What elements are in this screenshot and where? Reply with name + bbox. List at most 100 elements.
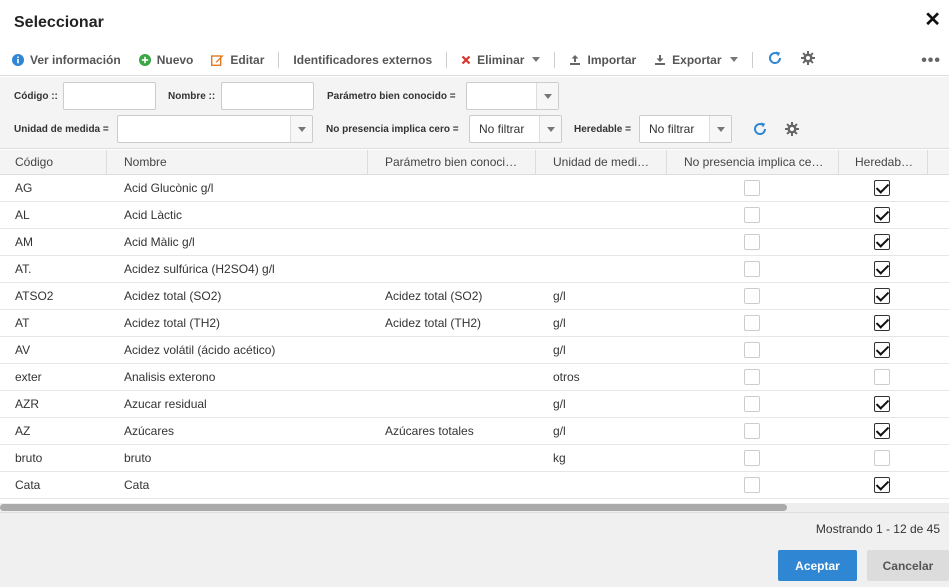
chevron-down-icon[interactable] — [290, 116, 312, 142]
scrollbar-thumb[interactable] — [0, 504, 787, 511]
new-button[interactable]: Nuevo — [138, 52, 194, 67]
no-presencia-checkbox[interactable] — [744, 234, 760, 250]
view-info-label: Ver información — [30, 52, 121, 67]
refresh-button[interactable] — [767, 50, 783, 69]
export-label: Exportar — [672, 52, 722, 67]
column-header-codigo[interactable]: Código — [0, 150, 107, 175]
no-presencia-checkbox[interactable] — [744, 477, 760, 493]
heredable-checkbox[interactable] — [874, 423, 890, 439]
no-presencia-checkbox[interactable] — [744, 180, 760, 196]
table-row[interactable]: bruto bruto kg — [0, 445, 949, 472]
codigo-filter-input[interactable] — [63, 82, 156, 110]
accept-button[interactable]: Aceptar — [778, 550, 857, 581]
cell-unidad: g/l — [553, 424, 566, 438]
heredable-checkbox[interactable] — [874, 180, 890, 196]
import-button[interactable]: Importar — [569, 53, 636, 67]
cell-parametro — [368, 391, 536, 418]
horizontal-scrollbar[interactable] — [0, 503, 949, 512]
delete-button[interactable]: Eliminar — [461, 53, 541, 67]
cell-nombre: Cata — [124, 478, 150, 492]
table-row[interactable]: AL Acid Làctic — [0, 202, 949, 229]
chevron-down-icon — [729, 57, 738, 62]
heredable-checkbox[interactable] — [874, 288, 890, 304]
cell-unidad — [536, 175, 667, 202]
heredable-checkbox[interactable] — [874, 234, 890, 250]
external-ids-button[interactable]: Identificadores externos — [293, 53, 432, 67]
cell-nombre: Acidez volátil (ácido acético) — [124, 343, 276, 357]
paging-status: Mostrando 1 - 12 de 45 — [815, 522, 940, 536]
chevron-down-icon[interactable] — [709, 116, 731, 142]
refresh-filters-icon[interactable] — [752, 121, 768, 140]
no-presencia-checkbox[interactable] — [744, 396, 760, 412]
heredable-checkbox[interactable] — [874, 369, 890, 385]
table-row[interactable]: Cata Cata — [0, 472, 949, 499]
edit-button[interactable]: Editar — [211, 53, 264, 67]
export-button[interactable]: Exportar — [654, 52, 738, 67]
column-header-unidad[interactable]: Unidad de medi… — [536, 150, 667, 175]
cell-parametro — [368, 364, 536, 391]
no-presencia-checkbox[interactable] — [744, 315, 760, 331]
table-row[interactable]: AG Acid Glucònic g/l — [0, 175, 949, 202]
chevron-down-icon[interactable] — [536, 83, 558, 109]
no-presencia-checkbox[interactable] — [744, 342, 760, 358]
cancel-button[interactable]: Cancelar — [867, 550, 949, 581]
cell-codigo: bruto — [15, 451, 43, 465]
column-header-parametro[interactable]: Parámetro bien conoci… — [368, 150, 536, 175]
table-row[interactable]: exter Analisis exterono otros — [0, 364, 949, 391]
cell-codigo: AZ — [15, 424, 31, 438]
gear-icon — [800, 51, 815, 68]
table-row[interactable]: AZ Azúcares Azúcares totales g/l — [0, 418, 949, 445]
no-presencia-filter-value: No filtrar — [479, 122, 525, 136]
table-row[interactable]: AT Acidez total (TH2) Acidez total (TH2) g/… — [0, 310, 949, 337]
dialog-footer: Mostrando 1 - 12 de 45 Aceptar Cancelar — [0, 512, 949, 587]
heredable-checkbox[interactable] — [874, 450, 890, 466]
nombre-filter-input[interactable] — [221, 82, 314, 110]
toolbar-divider — [751, 51, 753, 68]
column-header-nombre[interactable]: Nombre — [107, 150, 368, 175]
table-row[interactable]: AV Acidez volátil (ácido acético) g/l — [0, 337, 949, 364]
cell-codigo: AM — [15, 235, 33, 249]
heredable-checkbox[interactable] — [874, 342, 890, 358]
no-presencia-checkbox[interactable] — [744, 288, 760, 304]
no-presencia-filter-select[interactable]: No filtrar — [469, 115, 562, 143]
toolbar-divider — [554, 51, 556, 68]
column-header-no-presencia[interactable]: No presencia implica ce… — [667, 150, 839, 175]
table-row[interactable]: ATSO2 Acidez total (SO2) Acidez total (SO2… — [0, 283, 949, 310]
heredable-checkbox[interactable] — [874, 396, 890, 412]
view-info-button[interactable]: Ver información — [12, 53, 121, 67]
no-presencia-checkbox[interactable] — [744, 207, 760, 223]
cell-nombre: bruto — [124, 451, 152, 465]
heredable-checkbox[interactable] — [874, 477, 890, 493]
heredable-checkbox[interactable] — [874, 207, 890, 223]
parametro-filter-select[interactable] — [466, 82, 559, 110]
heredable-filter-select[interactable]: No filtrar — [639, 115, 732, 143]
table-row[interactable]: AT. Acidez sulfúrica (H2SO4) g/l — [0, 256, 949, 283]
table-row[interactable]: AM Acid Màlic g/l — [0, 229, 949, 256]
chevron-down-icon[interactable] — [539, 116, 561, 142]
chevron-down-icon — [532, 57, 541, 62]
new-label: Nuevo — [156, 52, 194, 67]
close-icon[interactable]: ✕ — [924, 10, 941, 30]
settings-button[interactable] — [800, 51, 815, 68]
no-presencia-checkbox[interactable] — [744, 369, 760, 385]
heredable-checkbox[interactable] — [874, 315, 890, 331]
cell-unidad: g/l — [553, 289, 566, 303]
table-row[interactable]: AZR Azucar residual g/l — [0, 391, 949, 418]
cell-parametro — [368, 445, 536, 472]
toolbar-divider — [446, 51, 448, 68]
no-presencia-checkbox[interactable] — [744, 450, 760, 466]
cell-codigo: AG — [15, 181, 33, 195]
upload-icon — [569, 54, 581, 66]
no-presencia-checkbox[interactable] — [744, 261, 760, 277]
cell-codigo: AZR — [15, 397, 39, 411]
heredable-checkbox[interactable] — [874, 261, 890, 277]
cell-parametro — [368, 337, 536, 364]
column-header-heredable[interactable]: Heredab… — [839, 150, 928, 175]
no-presencia-checkbox[interactable] — [744, 423, 760, 439]
import-label: Importar — [587, 52, 637, 67]
unidad-filter-select[interactable] — [117, 115, 313, 143]
cell-codigo: AT. — [15, 262, 32, 276]
cell-parametro: Acidez total (TH2) — [385, 316, 482, 330]
more-options-icon[interactable]: ••• — [921, 52, 941, 70]
filter-settings-gear-icon[interactable] — [785, 122, 799, 139]
